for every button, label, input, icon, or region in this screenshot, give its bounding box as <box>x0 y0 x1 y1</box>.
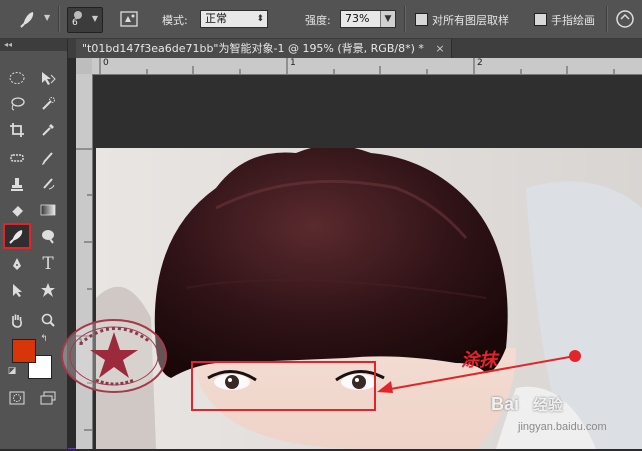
separator <box>606 6 608 32</box>
lasso-tool-icon[interactable] <box>5 93 29 115</box>
healing-brush-tool-icon[interactable] <box>5 147 29 169</box>
star-seal-logo <box>61 319 167 393</box>
history-brush-tool-icon[interactable] <box>36 173 60 195</box>
strength-label: 强度: <box>305 14 331 27</box>
smudge-tool-preset-icon[interactable] <box>18 8 40 30</box>
hand-tool-icon[interactable] <box>5 309 29 331</box>
dodge-tool-icon[interactable] <box>36 225 60 247</box>
eraser-tool-icon[interactable] <box>5 199 29 221</box>
gradient-tool-icon[interactable] <box>36 199 60 221</box>
crop-tool-icon[interactable] <box>5 119 29 141</box>
tools-panel: ◂◂ T ◪ ↰ <box>0 39 68 449</box>
strength-value: 73% <box>345 12 370 25</box>
quick-mask-icon[interactable] <box>5 387 29 409</box>
document-tab-bar: "t01bd147f3ea6de71bb"为智能对象-1 @ 195% (背景,… <box>68 39 642 58</box>
path-selection-tool-icon[interactable] <box>5 279 29 301</box>
ruler-mark: 2 <box>477 58 483 68</box>
chevron-down-icon: ▼ <box>91 14 98 23</box>
pen-tool-icon[interactable] <box>5 253 29 275</box>
tools-panel-header[interactable]: ◂◂ <box>0 39 67 51</box>
document-tab-title: "t01bd147f3ea6de71bb"为智能对象-1 @ 195% (背景,… <box>82 42 424 55</box>
ruler-origin[interactable] <box>76 58 92 74</box>
type-tool-icon[interactable]: T <box>36 253 60 275</box>
baidu-watermark-text: Bai <box>491 394 520 414</box>
clone-stamp-tool-icon[interactable] <box>5 173 29 195</box>
custom-shape-tool-icon[interactable] <box>36 279 60 301</box>
strength-input[interactable]: 73% ▼ <box>340 10 396 28</box>
watermark-url: jingyan.baidu.com <box>518 421 607 433</box>
screen-mode-icon[interactable] <box>36 387 60 409</box>
separator <box>58 6 60 32</box>
baidu-watermark: Bai 经验 <box>491 394 563 415</box>
eyedropper-tool-icon[interactable] <box>36 119 60 141</box>
sample-all-layers-label: 对所有图层取样 <box>432 14 509 27</box>
finger-painting-checkbox[interactable] <box>534 13 547 26</box>
brush-panel-toggle-icon[interactable] <box>118 8 140 30</box>
mode-label: 模式: <box>162 14 188 27</box>
smudge-tool-icon[interactable] <box>3 223 31 249</box>
brush-tool-icon[interactable] <box>36 147 60 169</box>
chevron-down-icon[interactable]: ▼ <box>380 11 395 27</box>
ruler-mark: 1 <box>290 58 296 68</box>
preset-dropdown-arrow-icon[interactable]: ▼ <box>44 13 50 22</box>
separator <box>404 6 406 32</box>
close-icon[interactable]: × <box>435 42 444 55</box>
sample-all-layers-checkbox[interactable] <box>415 13 428 26</box>
paw-icon <box>519 396 533 412</box>
marquee-tool-icon[interactable] <box>5 67 29 89</box>
horizontal-ruler[interactable]: 0 1 2 <box>92 58 642 75</box>
pressure-icon[interactable] <box>614 8 636 30</box>
horizontal-ruler-ticks <box>99 58 615 74</box>
document-canvas[interactable]: 涂抹 Bai 经验 jingyan.baidu.com <box>93 75 642 449</box>
brush-size-value: 6 <box>72 18 78 28</box>
move-tool-icon[interactable] <box>36 67 60 89</box>
quick-selection-tool-icon[interactable] <box>36 93 60 115</box>
baidu-watermark-suffix: 经验 <box>533 397 564 414</box>
eye-region-highlight-box <box>191 361 376 411</box>
smudge-annotation-label: 涂抹 <box>461 350 497 371</box>
document-tab[interactable]: "t01bd147f3ea6de71bb"为智能对象-1 @ 195% (背景,… <box>76 39 452 58</box>
zoom-tool-icon[interactable] <box>36 309 60 331</box>
mode-select[interactable]: 正常 ⬍ <box>200 10 268 28</box>
updown-arrow-icon: ⬍ <box>256 14 264 24</box>
brush-size-picker[interactable]: 6 ▼ <box>67 7 103 33</box>
finger-painting-label: 手指绘画 <box>551 14 595 27</box>
swap-colors-icon[interactable]: ↰ <box>38 333 50 345</box>
ruler-mark: 0 <box>103 58 109 68</box>
default-colors-icon[interactable]: ◪ <box>6 365 18 377</box>
options-bar: ▼ 6 ▼ 模式: 正常 ⬍ 强度: 73% ▼ 对所有图层取样 手指绘画 <box>0 0 642 39</box>
mode-value: 正常 <box>205 12 227 25</box>
foreground-color-swatch[interactable] <box>12 339 36 363</box>
